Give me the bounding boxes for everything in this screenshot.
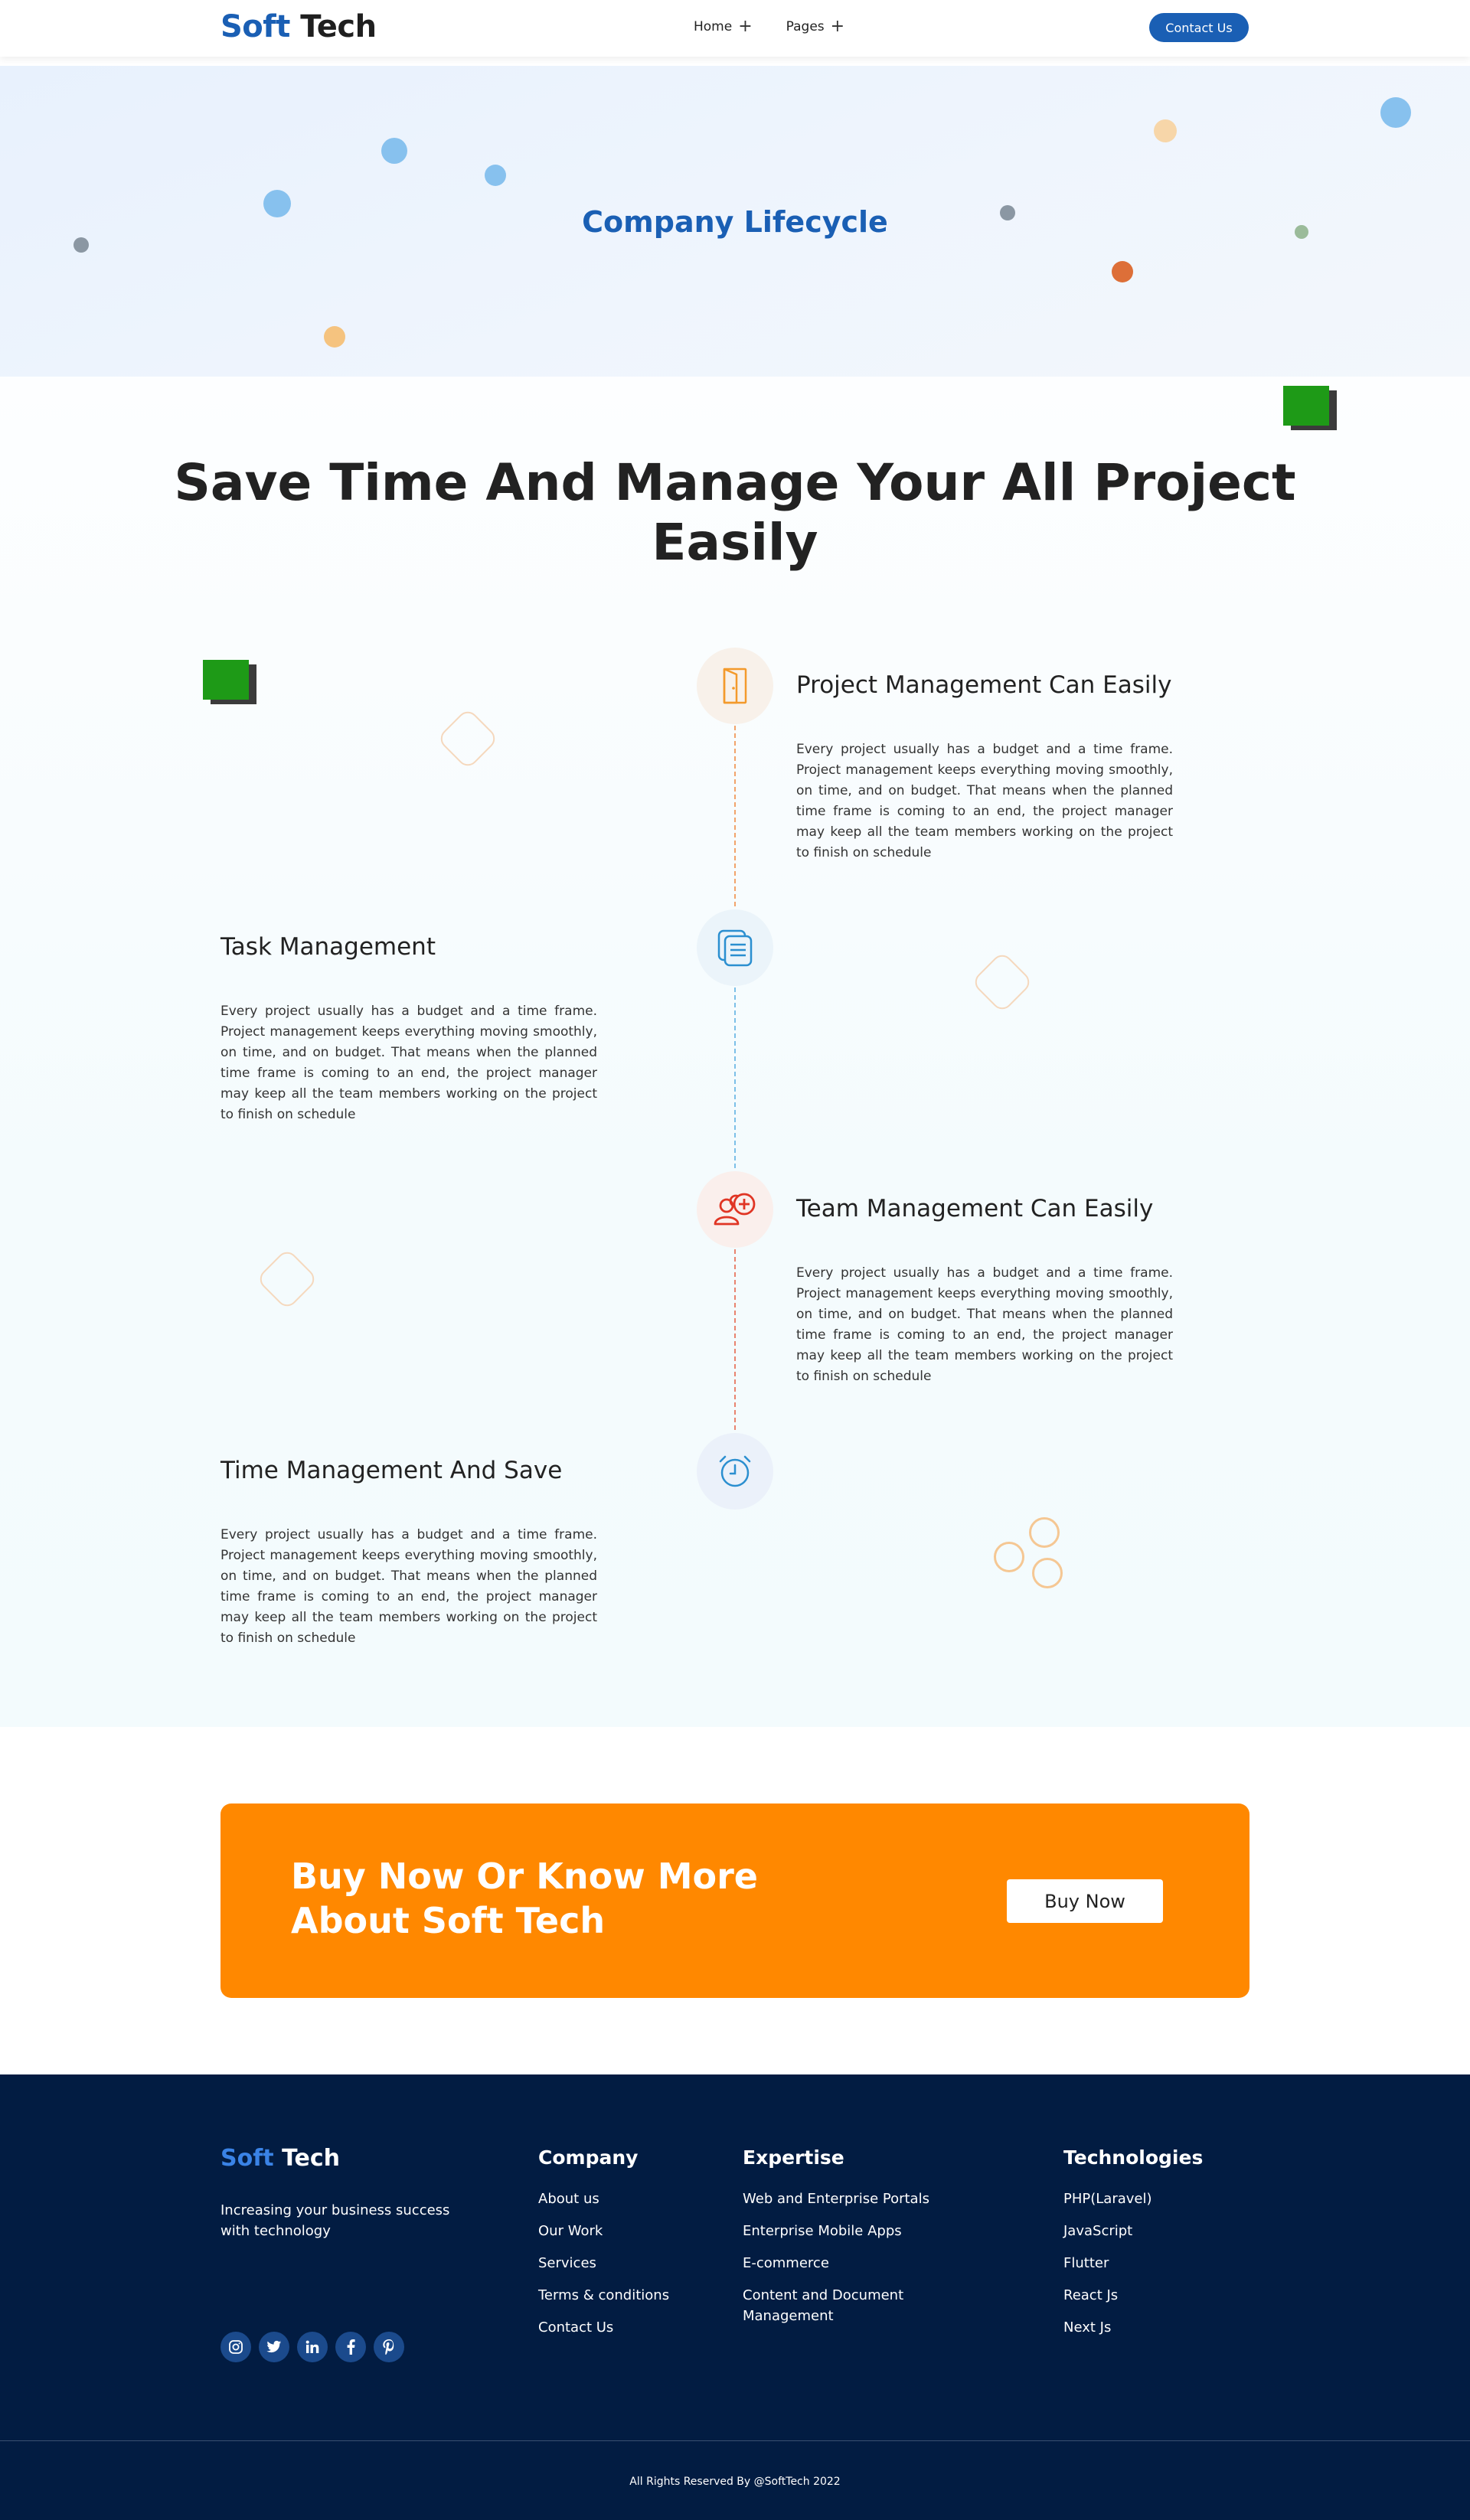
decor-diamond xyxy=(970,950,1034,1014)
cta-title-line-1: Buy Now Or Know More xyxy=(291,1856,758,1897)
decor-dot xyxy=(1154,119,1177,142)
cta-title-line-2: About Soft Tech xyxy=(291,1900,606,1941)
section-headline: Save Time And Manage Your All Project Ea… xyxy=(0,453,1470,573)
decor-dot xyxy=(74,237,89,253)
pinterest-icon[interactable] xyxy=(374,2332,404,2362)
contact-us-button[interactable]: Contact Us xyxy=(1149,13,1249,42)
footer-tagline: Increasing your business success with te… xyxy=(220,2202,450,2239)
footer-link-react-js[interactable]: React Js xyxy=(1063,2285,1203,2306)
twitter-icon[interactable] xyxy=(259,2332,289,2362)
footer-column-title: Expertise xyxy=(743,2146,844,2169)
step-2-title: Task Management xyxy=(220,933,436,961)
nav-home[interactable]: Home + xyxy=(694,18,753,35)
nav-home-label: Home xyxy=(694,19,733,34)
decor-green-square xyxy=(203,660,256,704)
logo-part-tech: Tech xyxy=(300,9,377,44)
footer-link-web-portals[interactable]: Web and Enterprise Portals xyxy=(743,2189,957,2209)
plus-icon: + xyxy=(738,17,753,36)
decor-green-square xyxy=(1283,386,1337,430)
site-footer: Soft Tech Increasing your business succe… xyxy=(0,2074,1470,2520)
footer-link-contact-us[interactable]: Contact Us xyxy=(538,2317,669,2338)
door-icon xyxy=(723,668,747,704)
footer-divider xyxy=(0,2440,1470,2441)
footer-link-ecommerce[interactable]: E-commerce xyxy=(743,2253,957,2274)
headline-line-1: Save Time And Manage Your All Project xyxy=(174,453,1296,512)
decor-dot xyxy=(485,165,506,186)
decor-dot xyxy=(1112,261,1133,282)
step-2-text: Every project usually has a budget and a… xyxy=(220,1004,597,1122)
social-links xyxy=(220,2332,404,2362)
decor-dot xyxy=(381,138,407,164)
footer-logo-part-soft: Soft xyxy=(220,2145,274,2172)
timeline-connector xyxy=(734,726,736,906)
linkedin-icon[interactable] xyxy=(297,2332,328,2362)
step-4-text: Every project usually has a budget and a… xyxy=(220,1527,597,1646)
step-1-title: Project Management Can Easily xyxy=(796,671,1172,699)
buy-now-button[interactable]: Buy Now xyxy=(1007,1879,1163,1923)
footer-column-company: Company About us Our Work Services Terms… xyxy=(538,2146,669,2349)
step-4-icon-circle xyxy=(697,1433,773,1510)
decor-ring xyxy=(1029,1517,1060,1548)
facebook-icon[interactable] xyxy=(335,2332,366,2362)
footer-link-mobile-apps[interactable]: Enterprise Mobile Apps xyxy=(743,2221,957,2241)
copyright-text: All Rights Reserved By @SoftTech 2022 xyxy=(629,2476,841,2488)
plus-icon: + xyxy=(830,17,845,36)
decor-ring xyxy=(994,1542,1024,1572)
step-1-text: Every project usually has a budget and a… xyxy=(796,742,1173,860)
page-title: Company Lifecycle xyxy=(582,205,888,239)
add-team-icon xyxy=(714,1193,756,1226)
hero-banner: Company Lifecycle xyxy=(0,66,1470,377)
footer-logo-part-tech: Tech xyxy=(282,2145,341,2172)
step-3-icon-circle xyxy=(697,1171,773,1248)
step-3-text: Every project usually has a budget and a… xyxy=(796,1265,1173,1384)
footer-column-expertise: Expertise Web and Enterprise Portals Ent… xyxy=(743,2146,957,2338)
cta-banner: Buy Now Or Know More About Soft Tech Buy… xyxy=(220,1803,1250,1998)
footer-link-php-laravel[interactable]: PHP(Laravel) xyxy=(1063,2189,1203,2209)
decor-ring xyxy=(1032,1558,1063,1588)
decor-dot xyxy=(1380,97,1411,128)
footer-column-title: Technologies xyxy=(1063,2146,1204,2169)
alarm-clock-icon xyxy=(719,1455,751,1487)
cta-title: Buy Now Or Know More About Soft Tech xyxy=(291,1854,766,1943)
step-2-icon-circle xyxy=(697,909,773,986)
site-logo[interactable]: Soft Tech xyxy=(220,9,377,44)
headline-line-2: Easily xyxy=(652,513,818,572)
top-navbar: Soft Tech Home + Pages + Contact Us xyxy=(0,0,1470,57)
timeline-connector xyxy=(734,987,736,1168)
footer-link-next-js[interactable]: Next Js xyxy=(1063,2317,1203,2338)
decor-diamond xyxy=(255,1247,319,1311)
document-list-icon xyxy=(717,929,753,967)
nav-pages[interactable]: Pages + xyxy=(786,18,844,35)
step-4-title: Time Management And Save xyxy=(220,1457,563,1484)
step-3-title: Team Management Can Easily xyxy=(796,1195,1154,1222)
nav-links: Home + Pages + xyxy=(694,18,844,35)
decor-diamond xyxy=(436,707,500,771)
footer-logo[interactable]: Soft Tech xyxy=(220,2145,340,2172)
nav-pages-label: Pages xyxy=(786,19,825,34)
footer-link-about-us[interactable]: About us xyxy=(538,2189,669,2209)
footer-link-content-management[interactable]: Content and Document Management xyxy=(743,2285,957,2326)
lifecycle-section: Save Time And Manage Your All Project Ea… xyxy=(0,377,1470,1727)
logo-part-soft: Soft xyxy=(220,9,290,44)
timeline-connector xyxy=(734,1249,736,1430)
footer-link-terms[interactable]: Terms & conditions xyxy=(538,2285,669,2306)
instagram-icon[interactable] xyxy=(220,2332,251,2362)
footer-link-flutter[interactable]: Flutter xyxy=(1063,2253,1203,2274)
decor-dot xyxy=(324,326,345,348)
footer-link-javascript[interactable]: JavaScript xyxy=(1063,2221,1203,2241)
step-1-icon-circle xyxy=(697,648,773,724)
footer-link-our-work[interactable]: Our Work xyxy=(538,2221,669,2241)
footer-link-services[interactable]: Services xyxy=(538,2253,669,2274)
footer-column-title: Company xyxy=(538,2146,639,2169)
footer-column-technologies: Technologies PHP(Laravel) JavaScript Flu… xyxy=(1063,2146,1203,2349)
